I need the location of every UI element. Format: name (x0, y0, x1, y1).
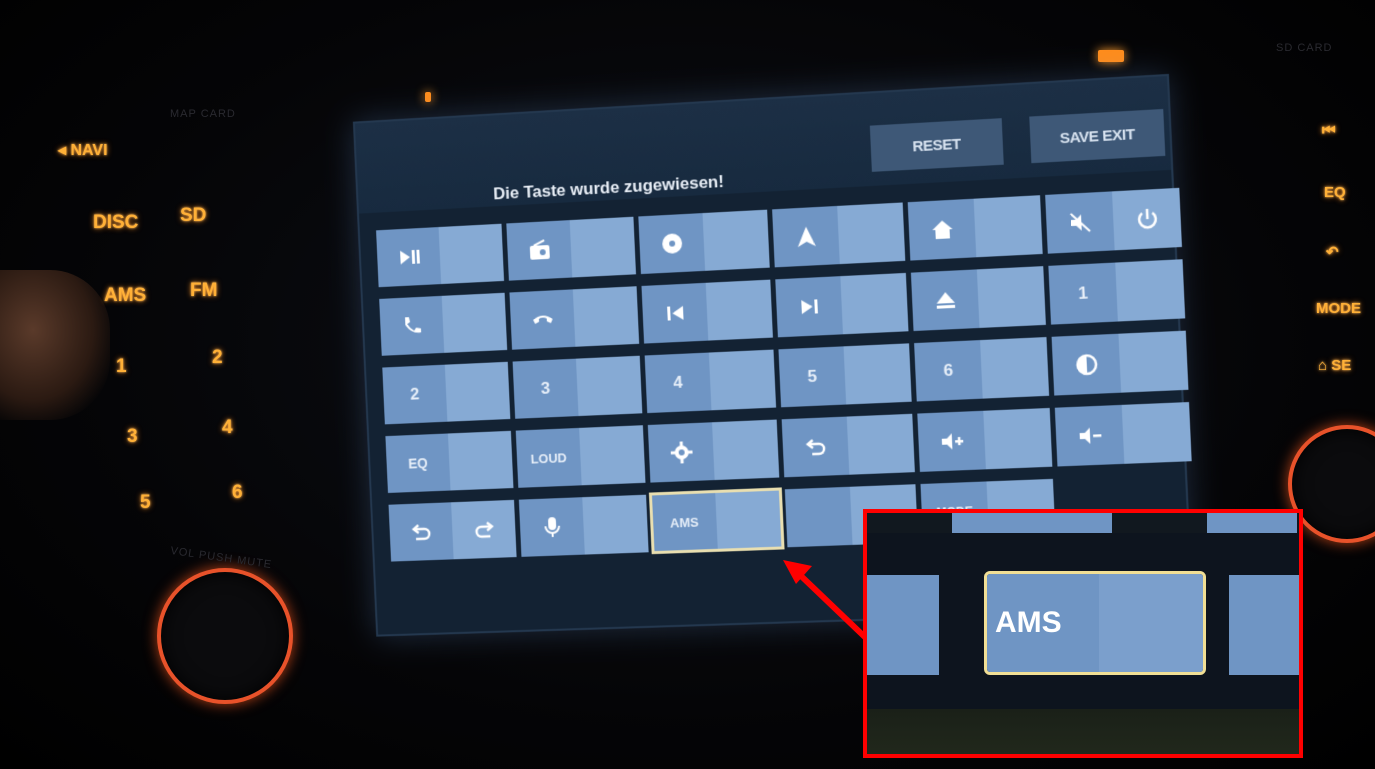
zoom-inset: AMS (863, 509, 1303, 758)
inset-ams-label: AMS (987, 574, 1099, 672)
inset-ams-key: AMS (984, 571, 1206, 675)
inset-tile-right (1229, 575, 1299, 675)
inset-bottom-area (867, 709, 1299, 754)
inset-tile-top-2 (1207, 513, 1297, 533)
inset-tile-top-1 (952, 513, 1112, 533)
inset-tile-left (867, 575, 939, 675)
